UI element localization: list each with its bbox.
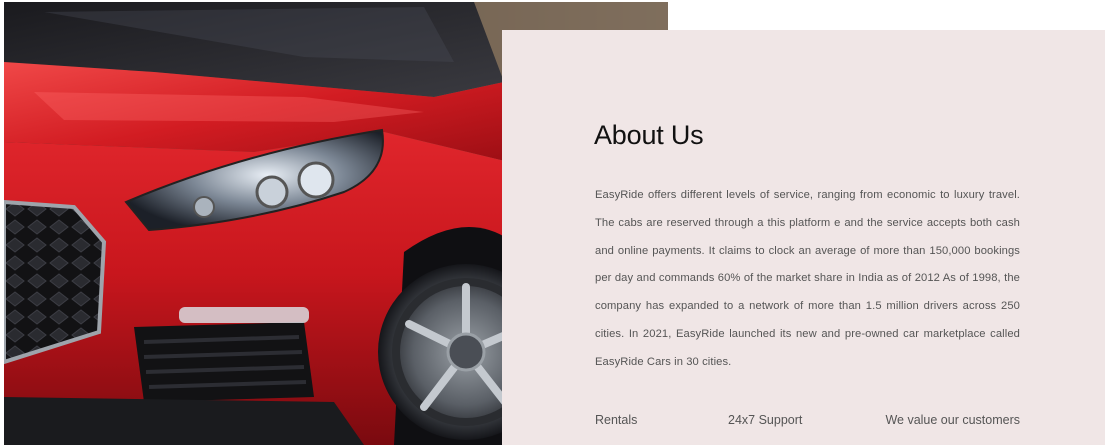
about-section: About Us EasyRide offers different level… bbox=[0, 0, 1107, 445]
feature-support: 24x7 Support bbox=[728, 413, 803, 427]
feature-customers: We value our customers bbox=[885, 413, 1020, 427]
feature-rentals: Rentals bbox=[595, 413, 638, 427]
about-description: EasyRide offers different levels of serv… bbox=[595, 189, 1020, 368]
about-title: About Us bbox=[594, 120, 704, 150]
features-row: Rentals 24x7 Support We value our custom… bbox=[595, 413, 1020, 431]
about-card: About Us EasyRide offers different level… bbox=[502, 30, 1105, 445]
